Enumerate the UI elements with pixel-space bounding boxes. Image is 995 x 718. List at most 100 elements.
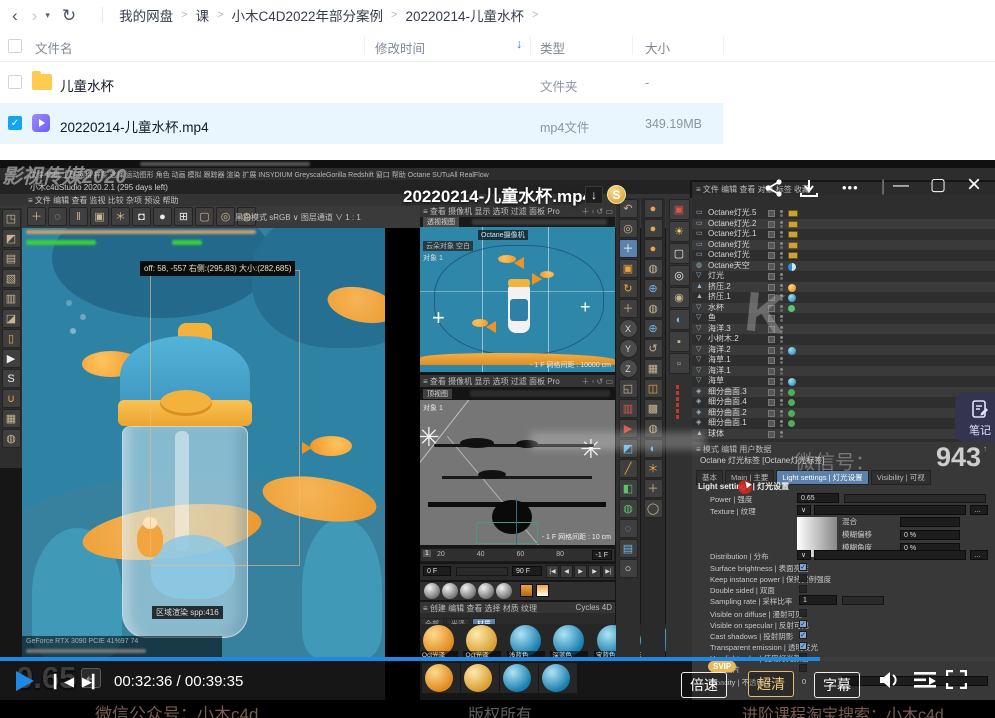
transport-button[interactable]: ▶	[574, 565, 587, 578]
object-name[interactable]: 海洋.2	[708, 345, 731, 356]
object-enable-dots[interactable]	[780, 231, 783, 234]
object-row[interactable]: ▲ 挤压.1	[692, 292, 995, 303]
object-visibility-toggle[interactable]	[768, 399, 775, 406]
pv-tool-icon[interactable]: ⊞	[174, 207, 193, 226]
minimize-icon[interactable]: —	[893, 177, 909, 195]
object-row[interactable]: ◈ 细分曲面.1	[692, 418, 995, 429]
texture-browse-button[interactable]: …	[970, 505, 988, 515]
c4d-tool-icon[interactable]: X	[619, 319, 638, 338]
pv-tool-icon[interactable]: ＊	[111, 207, 130, 226]
attr-checkbox[interactable]	[799, 609, 807, 617]
subrow-value[interactable]	[900, 517, 960, 527]
object-enable-dots[interactable]	[780, 357, 783, 360]
volume-icon[interactable]	[878, 670, 902, 695]
c4d-tool-icon[interactable]: ◳	[2, 209, 21, 228]
object-visibility-toggle[interactable]	[768, 252, 775, 259]
transport-button[interactable]: |◀	[546, 565, 559, 578]
object-tag-badge[interactable]	[788, 210, 798, 217]
attr-tab[interactable]: Visibility | 可视	[871, 470, 931, 485]
c4d-tool-icon[interactable]: ◱	[619, 379, 638, 398]
frame-slider[interactable]	[456, 567, 508, 576]
object-tag-badge[interactable]	[788, 252, 798, 259]
pv-display-options[interactable]: 黑白模式 sRGB ∨ 图层通道 ∨ 1 : 1	[235, 212, 361, 223]
c4d-tool-icon[interactable]: ◍	[644, 299, 663, 318]
object-visibility-toggle[interactable]	[768, 273, 775, 280]
material-swatch[interactable]	[422, 663, 460, 693]
object-name[interactable]: 球体	[708, 429, 724, 440]
power-value-field[interactable]: 0.65	[797, 493, 839, 503]
c4d-tool-icon[interactable]: ▩	[644, 399, 663, 418]
pv-tool-icon[interactable]: ＋	[27, 207, 46, 226]
breadcrumb-item[interactable]: 我的网盘	[119, 5, 173, 25]
object-name[interactable]: Octane灯光.5	[708, 208, 756, 219]
object-tag-badge[interactable]	[788, 294, 796, 302]
c4d-tool-icon[interactable]: ↻	[619, 279, 638, 298]
object-visibility-toggle[interactable]	[768, 378, 775, 385]
play-button[interactable]	[14, 669, 36, 698]
object-name[interactable]: 水杯	[708, 303, 724, 314]
object-row[interactable]: ▭ Octane灯光.1	[692, 229, 995, 240]
top-viewport[interactable]: ✳ ✳ 对象 1 - 1 F 网格间距 : 10 cm	[420, 400, 615, 545]
object-tag-badge[interactable]	[788, 347, 796, 355]
object-visibility-toggle[interactable]	[768, 210, 775, 217]
c4d-tool-icon[interactable]: ◍	[644, 259, 663, 278]
vp1-menu-icons[interactable]: ＋ ◦ ↺ ▭	[581, 206, 613, 217]
material-swatch[interactable]	[539, 663, 577, 693]
pv-tool-icon[interactable]: ‖	[69, 207, 88, 226]
start-frame-field[interactable]: 0 F	[423, 566, 451, 576]
object-row[interactable]: ▭ Octane灯光.2	[692, 219, 995, 230]
object-tag-badge[interactable]	[788, 305, 795, 312]
c4d-tool-icon[interactable]: ◧	[619, 479, 638, 498]
progress-bar[interactable]	[0, 657, 995, 661]
object-tag-badge[interactable]	[788, 284, 796, 292]
object-visibility-toggle[interactable]	[768, 368, 775, 375]
object-enable-dots[interactable]	[780, 399, 783, 402]
file-row[interactable]: 儿童水杯 文件夹 -	[0, 62, 995, 103]
c4d-tool-icon[interactable]: ▣	[619, 259, 638, 278]
c4d-tool-icon[interactable]: ☀	[669, 221, 690, 242]
object-enable-dots[interactable]	[780, 410, 783, 413]
subrow-value[interactable]: 0 %	[900, 530, 960, 540]
attr-checkbox[interactable]: ✓	[799, 620, 807, 628]
back-icon[interactable]: ‹	[12, 7, 18, 24]
material-swatch[interactable]: 深蓝色	[550, 624, 588, 660]
c4d-tool-icon[interactable]: ◍	[619, 499, 638, 518]
c4d-tool-icon[interactable]: ＋	[644, 479, 663, 498]
c4d-tool-icon[interactable]: ●	[644, 219, 663, 238]
attr-menu[interactable]: ≡ 模式 编辑 用户数据	[696, 444, 771, 455]
c4d-tool-icon[interactable]: Y	[619, 339, 638, 358]
column-modified-time[interactable]: 修改时间	[375, 38, 425, 57]
object-row[interactable]: ▽ 海草	[692, 376, 995, 387]
c4d-tool-icon[interactable]: ◌	[619, 519, 638, 538]
c4d-tool-icon[interactable]: ○	[619, 559, 638, 578]
object-name[interactable]: Octane灯光	[708, 240, 750, 251]
transport-button[interactable]: ▶	[588, 565, 601, 578]
attr-checkbox[interactable]	[799, 574, 807, 582]
attr-checkbox[interactable]: ✓	[799, 563, 807, 571]
close-icon[interactable]: ×	[967, 171, 981, 199]
object-name[interactable]: 细分曲面.4	[708, 397, 747, 408]
material-swatch[interactable]: 浅蓝色	[507, 624, 545, 660]
c4d-tool-icon[interactable]: ◎	[669, 265, 690, 286]
object-tag-badge[interactable]	[788, 242, 798, 249]
object-name[interactable]: 海草	[708, 376, 724, 387]
row-checkbox[interactable]	[8, 75, 22, 89]
playlist-icon[interactable]	[914, 671, 936, 694]
file-name[interactable]: 儿童水杯	[60, 75, 114, 95]
object-name[interactable]: 细分曲面.1	[708, 418, 747, 429]
object-visibility-toggle[interactable]	[768, 389, 775, 396]
file-name[interactable]: 20220214-儿童水杯.mp4	[60, 116, 209, 136]
material-swatch[interactable]	[500, 663, 538, 693]
object-visibility-toggle[interactable]	[768, 263, 775, 270]
object-name[interactable]: 海草.1	[708, 355, 731, 366]
share-icon[interactable]	[763, 178, 785, 203]
object-tag-badge[interactable]	[788, 410, 795, 417]
material-swatch[interactable]: Oct光泽	[463, 624, 501, 660]
column-type[interactable]: 类型	[540, 38, 565, 57]
c4d-tool-icon[interactable]: ▦	[644, 359, 663, 378]
object-name[interactable]: 挤压.1	[708, 292, 731, 303]
object-visibility-toggle[interactable]	[768, 231, 775, 238]
object-visibility-toggle[interactable]	[768, 410, 775, 417]
breadcrumb-item[interactable]: 课	[196, 5, 210, 25]
c4d-tool-icon[interactable]: ▥	[2, 289, 21, 308]
